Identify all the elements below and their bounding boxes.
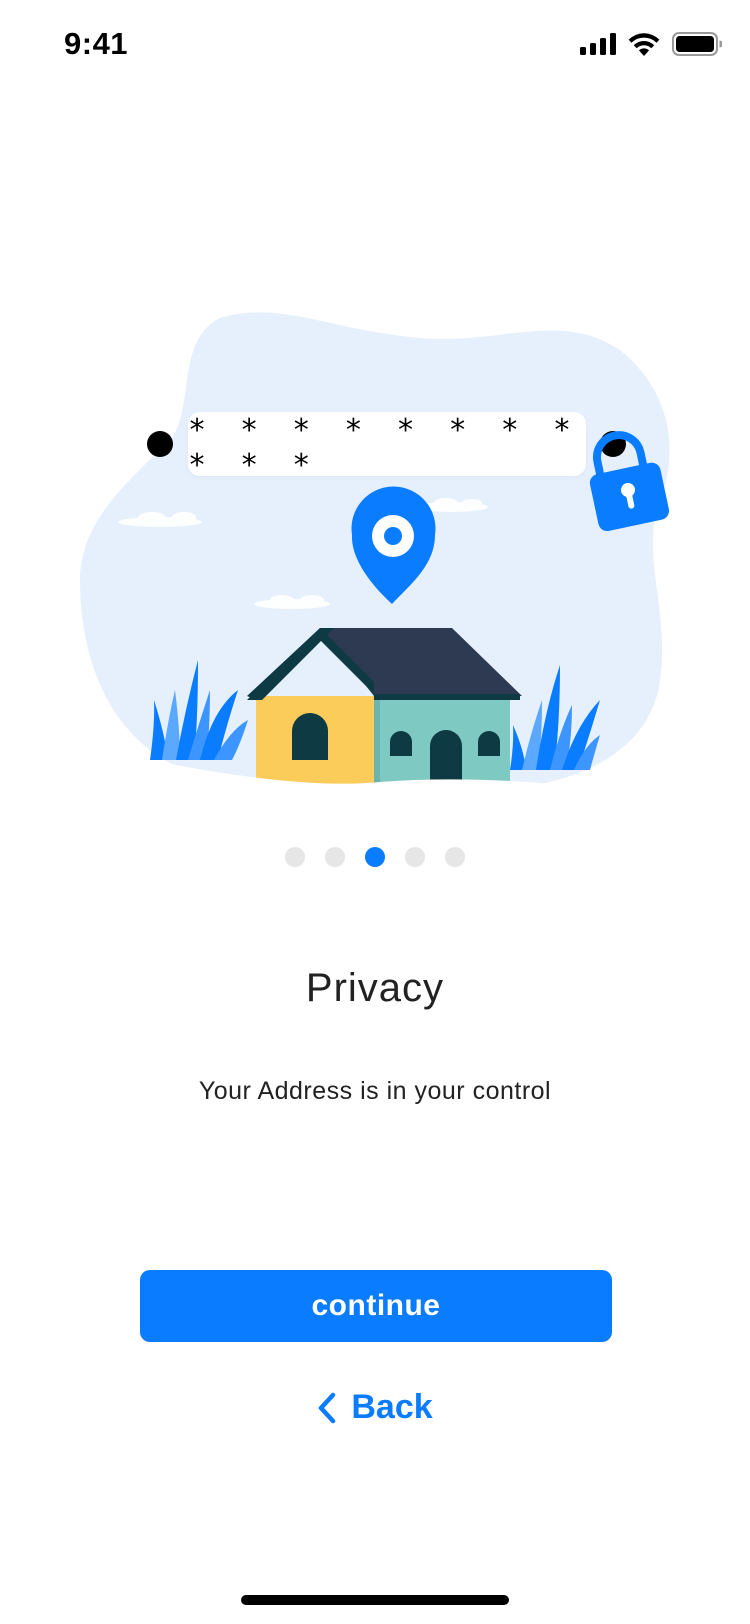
page-subtitle: Your Address is in your control	[198, 1077, 552, 1105]
password-field: * * * * * * * * * * *	[188, 412, 586, 483]
status-bar: 9:41	[0, 0, 750, 92]
battery-icon	[672, 32, 722, 56]
status-icons	[580, 32, 722, 56]
privacy-illustration: * * * * * * * * * * *	[70, 300, 680, 800]
password-mask: * * * * * * * * * * *	[188, 413, 579, 483]
page-indicator	[0, 847, 750, 867]
page-title: Privacy	[305, 966, 445, 1010]
chevron-left-icon	[319, 1392, 336, 1423]
back-button[interactable]: Back	[0, 1388, 750, 1427]
continue-button[interactable]: continue	[140, 1270, 612, 1342]
home-indicator[interactable]	[241, 1595, 509, 1605]
page-dot-4	[405, 847, 425, 867]
illustration-artwork	[80, 312, 670, 800]
back-label: Back	[351, 1388, 433, 1426]
page-dot-3-active	[365, 847, 385, 867]
page-dot-5	[445, 847, 465, 867]
field-dot-left	[147, 431, 173, 457]
signal-icon	[580, 33, 616, 55]
status-time: 9:41	[64, 26, 129, 61]
wifi-icon	[628, 33, 660, 56]
page-dot-1	[285, 847, 305, 867]
page-dot-2	[325, 847, 345, 867]
